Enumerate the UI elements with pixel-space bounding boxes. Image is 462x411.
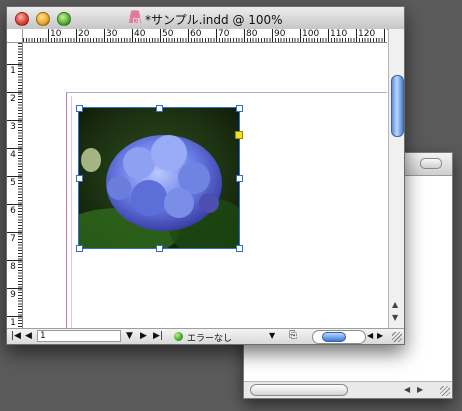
ruler-label: 4 <box>10 150 16 160</box>
resize-handle-bottom[interactable] <box>156 245 163 252</box>
ruler-major-tick <box>7 176 22 177</box>
preflight-status[interactable]: エラーなし <box>187 331 232 344</box>
ruler-label: 70 <box>218 29 230 39</box>
resize-handle-top[interactable] <box>156 105 163 112</box>
ruler-major-tick <box>272 29 273 42</box>
toolbar-toggle-button[interactable] <box>420 158 442 169</box>
ruler-major-tick <box>7 148 22 149</box>
ruler-label: 50 <box>162 29 174 39</box>
ruler-major-tick <box>244 29 245 42</box>
ruler-label: 120 <box>358 29 376 39</box>
first-page-icon[interactable]: |◀ <box>11 331 21 341</box>
ruler-major-tick <box>7 316 22 317</box>
resize-grip-icon[interactable] <box>392 332 402 342</box>
scroll-up-arrow-icon[interactable]: ▲ <box>392 300 398 309</box>
ruler-major-tick <box>160 29 161 42</box>
image-frame[interactable] <box>76 105 243 252</box>
ruler-label: 13 <box>386 29 387 40</box>
ruler-label: 40 <box>134 29 146 39</box>
scroll-right-arrow-icon[interactable]: ▶ <box>417 385 423 394</box>
ruler-label: 30 <box>106 29 118 39</box>
ruler-major-tick <box>7 204 22 205</box>
ruler-major-tick <box>300 29 301 42</box>
status-indicator-icon <box>174 332 183 341</box>
scroll-down-arrow-icon[interactable]: ▼ <box>392 313 398 322</box>
last-page-icon[interactable]: ▶| <box>153 331 163 341</box>
ruler-label: 7 <box>10 234 16 244</box>
window-titlebar[interactable]: ID *サンプル.indd @ 100% <box>7 7 404 30</box>
resize-handle-left[interactable] <box>76 175 83 182</box>
window-title: *サンプル.indd @ 100% <box>145 13 283 27</box>
resize-handle-right[interactable] <box>236 175 243 182</box>
ruler-label: 5 <box>10 178 16 188</box>
scroll-right-arrow-icon[interactable]: ▶ <box>377 331 383 340</box>
hydrangea-image <box>79 108 239 248</box>
indd-document-icon: ID <box>129 10 141 24</box>
ruler-label: 3 <box>10 122 16 132</box>
page-number-field[interactable]: 1 <box>37 330 121 342</box>
preflight-icon[interactable]: ⎘ <box>289 330 302 342</box>
ruler-major-tick <box>48 29 49 42</box>
ruler-major-tick <box>7 288 22 289</box>
ruler-label: 1 <box>10 66 16 76</box>
resize-handle-bottom-left[interactable] <box>76 245 83 252</box>
ruler-label: 6 <box>10 206 16 216</box>
scroll-left-arrow-icon[interactable]: ◀ <box>367 331 373 340</box>
ruler-label: 60 <box>190 29 202 39</box>
ruler-major-tick <box>356 29 357 42</box>
ruler-origin[interactable] <box>7 29 23 43</box>
document-window: ID *サンプル.indd @ 100% 10 20 30 40 50 60 70 80 90 1… <box>6 6 405 345</box>
ruler-major-tick <box>132 29 133 42</box>
ruler-label: 90 <box>274 29 286 39</box>
background-horizontal-scrollbar[interactable]: ◀ ▶ <box>244 381 452 398</box>
margin-guide <box>71 96 72 328</box>
resize-handle-bottom-right[interactable] <box>236 245 243 252</box>
ruler-major-tick <box>7 120 22 121</box>
ruler-major-tick <box>188 29 189 42</box>
prev-page-icon[interactable]: ◀ <box>25 331 32 341</box>
vertical-ruler[interactable]: 1 2 3 4 5 6 7 8 9 1 <box>7 43 23 328</box>
ruler-major-tick <box>7 64 22 65</box>
vertical-scroll-thumb[interactable] <box>391 75 404 137</box>
zoom-icon[interactable] <box>57 12 71 26</box>
svg-text:ID: ID <box>134 19 138 24</box>
scroll-left-arrow-icon[interactable]: ◀ <box>404 385 410 394</box>
ruler-label: 1 <box>10 318 16 328</box>
ruler-major-tick <box>384 29 385 42</box>
ruler-major-tick <box>7 232 22 233</box>
horizontal-ruler[interactable]: 10 20 30 40 50 60 70 80 90 100 110 120 13 <box>23 29 387 43</box>
ruler-major-tick <box>216 29 217 42</box>
ruler-label: 20 <box>78 29 90 39</box>
ruler-label: 8 <box>10 262 16 272</box>
ruler-label: 80 <box>246 29 258 39</box>
vertical-scrollbar[interactable]: ▲ ▼ <box>388 29 404 328</box>
status-bar: |◀ ◀ 1 ▼ ▶ ▶| エラーなし ▼ ⎘ ◀ ▶ <box>7 328 404 344</box>
ruler-label: 10 <box>50 29 62 39</box>
ruler-major-tick <box>76 29 77 42</box>
resize-grip-icon[interactable] <box>440 386 450 396</box>
ruler-label: 100 <box>302 29 320 39</box>
ruler-major-tick <box>7 92 22 93</box>
ruler-major-tick <box>104 29 105 42</box>
document-canvas[interactable] <box>23 43 387 328</box>
page-menu-icon[interactable]: ▼ <box>126 331 133 341</box>
resize-handle-top-left[interactable] <box>76 105 83 112</box>
ruler-major-tick <box>7 260 22 261</box>
ruler-label: 9 <box>10 290 16 300</box>
minimize-icon[interactable] <box>36 12 50 26</box>
text-in-port-icon[interactable] <box>235 131 243 139</box>
horizontal-scrollbar[interactable] <box>312 330 366 344</box>
ruler-label: 2 <box>10 94 16 104</box>
ruler-major-tick <box>328 29 329 42</box>
horizontal-scroll-thumb[interactable] <box>322 332 346 342</box>
background-scroll-thumb[interactable] <box>250 384 348 396</box>
next-page-icon[interactable]: ▶ <box>140 331 147 341</box>
close-icon[interactable] <box>15 12 29 26</box>
resize-handle-top-right[interactable] <box>236 105 243 112</box>
ruler-label: 110 <box>330 29 348 39</box>
status-menu-icon[interactable]: ▼ <box>269 331 275 340</box>
